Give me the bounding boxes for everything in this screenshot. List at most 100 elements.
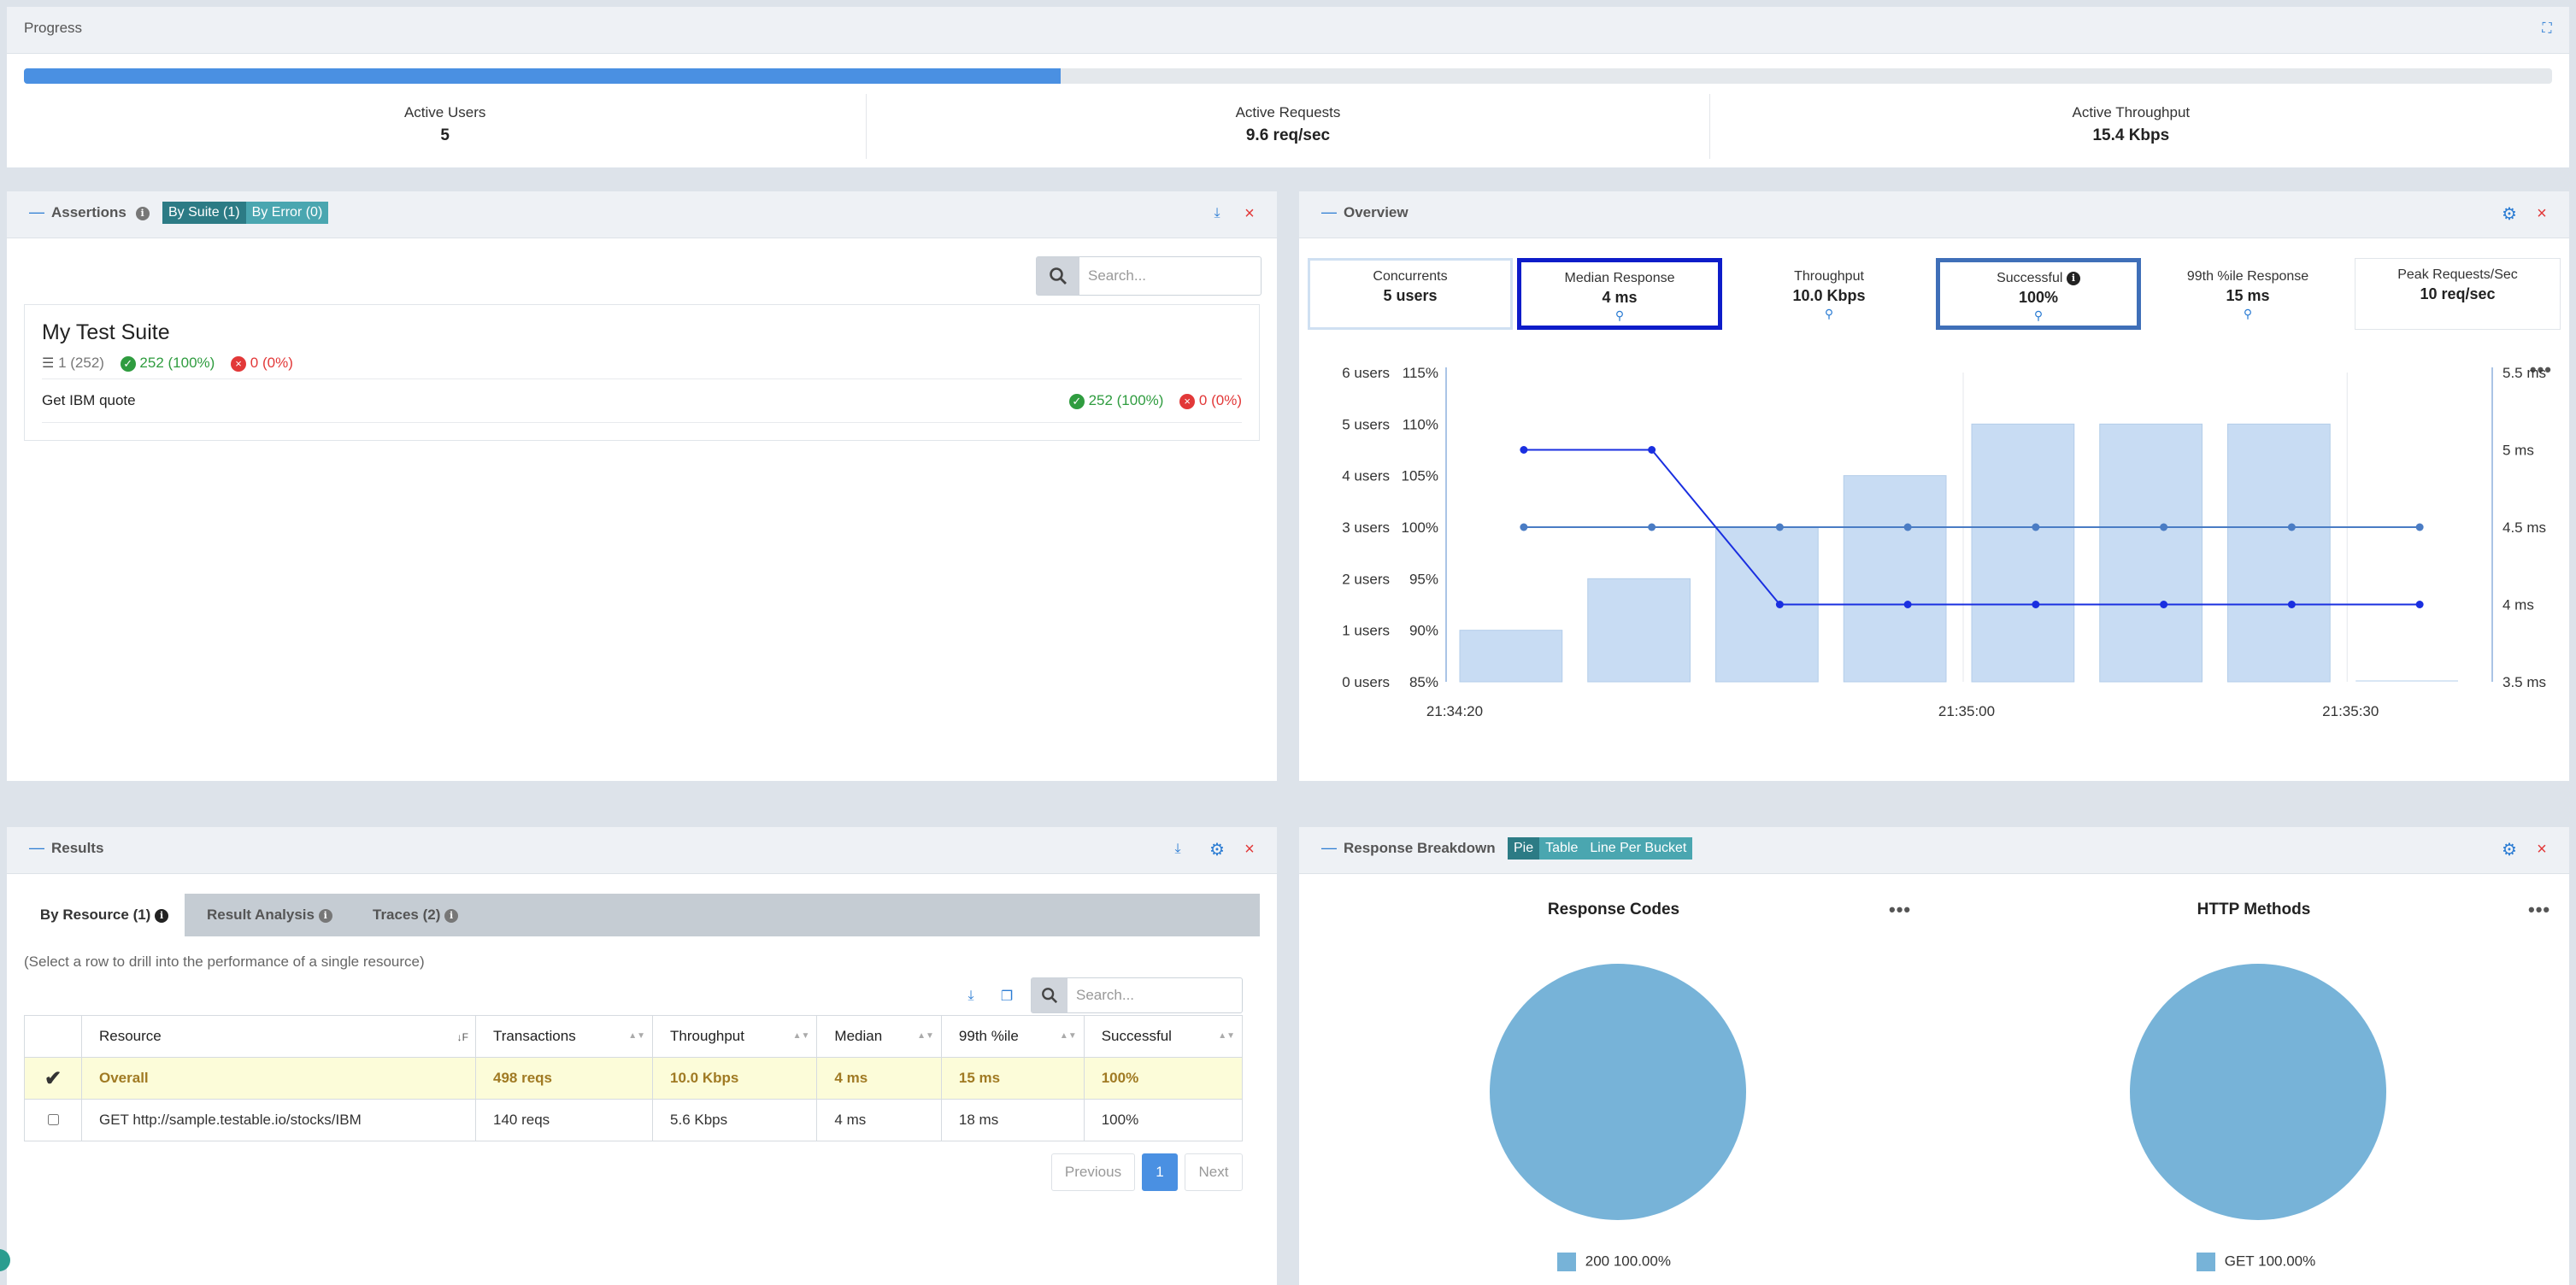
tab-result-analysis[interactable]: Result Analysis i	[207, 894, 332, 936]
column-resource[interactable]: Resource ↓F	[81, 1015, 476, 1058]
check-icon: ✓	[1068, 393, 1085, 409]
median-line-point	[1775, 601, 1784, 608]
median-line-point	[2415, 601, 2424, 608]
info-icon[interactable]: i	[444, 908, 459, 923]
suite-card[interactable]: My Test Suite ☰ 1 (252) ✓ 252 (100%) × 0…	[24, 304, 1260, 441]
close-icon[interactable]: ×	[2532, 837, 2552, 861]
cell-resource: GET http://sample.testable.io/stocks/IBM	[81, 1099, 476, 1141]
percent-line-point	[1903, 523, 1912, 531]
search-icon[interactable]	[1037, 257, 1079, 295]
close-icon[interactable]: ×	[1239, 202, 1260, 226]
tab-traces[interactable]: Traces (2) i	[373, 894, 459, 936]
progress-title: Progress	[24, 20, 83, 36]
download-icon[interactable]: ⤓	[1207, 202, 1227, 226]
legend-swatch	[2197, 1253, 2215, 1271]
column-successful[interactable]: Successful ▲▼	[1083, 1015, 1244, 1058]
cell-throughput: 5.6 Kbps	[652, 1099, 818, 1141]
column-label: 99th %ile	[958, 1028, 1019, 1044]
column-99th[interactable]: 99th %ile ▲▼	[940, 1015, 1085, 1058]
expand-icon[interactable]: ⛶	[2537, 17, 2557, 41]
x-icon: ×	[231, 355, 247, 372]
line-per-bucket-button[interactable]: Line Per Bucket	[1584, 837, 1693, 860]
assertions-search[interactable]: Search...	[1036, 256, 1262, 296]
http-methods-pie	[2130, 964, 2386, 1220]
results-search[interactable]: Search...	[1031, 977, 1243, 1013]
cell-99th: 18 ms	[940, 1099, 1085, 1141]
cell-median: 4 ms	[816, 1099, 942, 1141]
assertion-name: Get IBM quote	[42, 392, 136, 408]
y-tick-label-percent: 110%	[1403, 416, 1438, 432]
column-throughput[interactable]: Throughput ▲▼	[652, 1015, 818, 1058]
collapse-icon[interactable]: —	[29, 203, 44, 221]
column-label: Transactions	[493, 1028, 576, 1044]
row-checkbox[interactable]	[24, 1099, 82, 1141]
tab-by-resource[interactable]: By Resource (1) i	[24, 894, 185, 936]
by-suite-button[interactable]: By Suite (1)	[162, 202, 246, 224]
response-codes-pie	[1490, 964, 1746, 1220]
sort-desc-icon[interactable]: ↓F	[457, 1031, 468, 1043]
stat-value: 9.6 req/sec	[1245, 126, 1331, 144]
chart-menu-icon[interactable]: •••	[1889, 899, 1911, 921]
sort-icon[interactable]: ▲▼	[1218, 1031, 1235, 1041]
stat-active-throughput: Active Throughput 15.4 Kbps	[1710, 94, 2552, 159]
legend-label: GET	[2224, 1253, 2255, 1270]
cell-99th: 15 ms	[940, 1057, 1085, 1100]
y-tick-label-percent: 105%	[1402, 468, 1438, 484]
percent-line-point	[2032, 523, 2040, 531]
previous-button[interactable]: Previous	[1051, 1153, 1135, 1191]
sort-icon[interactable]: ▲▼	[1060, 1031, 1077, 1041]
close-icon[interactable]: ×	[1239, 837, 1260, 861]
search-icon[interactable]	[1032, 978, 1067, 1012]
gear-icon[interactable]: ⚙	[1207, 837, 1227, 861]
search-input[interactable]: Search...	[1088, 267, 1146, 285]
page-1-button[interactable]: 1	[1142, 1153, 1178, 1191]
assertions-header: — Assertions i By Suite (1) By Error (0)…	[7, 191, 1277, 238]
percent-line-point	[1775, 523, 1784, 531]
info-icon[interactable]: i	[155, 908, 169, 923]
column-label: Successful	[1101, 1028, 1172, 1044]
progress-panel: Progress ⛶ Active Users 5 Active Request…	[7, 7, 2569, 167]
y-tick-label-users: 3 users	[1342, 519, 1390, 536]
x-icon: ×	[1179, 393, 1196, 409]
sort-icon[interactable]: ▲▼	[628, 1031, 645, 1041]
collapse-icon[interactable]: —	[29, 839, 44, 857]
column-transactions[interactable]: Transactions ▲▼	[474, 1015, 654, 1058]
copy-icon[interactable]: ❐	[997, 984, 1017, 1008]
pie-button[interactable]: Pie	[1508, 837, 1540, 860]
download-icon[interactable]: ⤓	[961, 984, 981, 1008]
results-title: Results	[51, 840, 104, 856]
check-mark-icon[interactable]: ✔	[24, 1057, 82, 1100]
sort-icon[interactable]: ▲▼	[793, 1031, 810, 1041]
percent-line-point	[2415, 523, 2424, 531]
y-tick-label-percent: 90%	[1409, 623, 1438, 639]
assertion-fail: 0 (0%)	[1198, 392, 1242, 408]
download-icon[interactable]: ⤓	[1167, 837, 1188, 861]
chart-menu-icon[interactable]: •••	[2528, 899, 2550, 921]
sort-icon[interactable]: ▲▼	[917, 1031, 934, 1041]
collapse-icon[interactable]: —	[1321, 839, 1337, 857]
check-icon: ✓	[120, 355, 136, 372]
breakdown-panel: — Response Breakdown Pie Table Line Per …	[1299, 827, 2569, 1285]
list-item[interactable]: Get IBM quote ✓ 252 (100%) × 0 (0%)	[42, 378, 1242, 423]
by-error-button[interactable]: By Error (0)	[245, 202, 329, 224]
table-button[interactable]: Table	[1539, 837, 1585, 860]
next-button[interactable]: Next	[1185, 1153, 1243, 1191]
gear-icon[interactable]: ⚙	[2499, 837, 2520, 861]
table-row-overall[interactable]: ✔ Overall 498 reqs 10.0 Kbps 4 ms 15 ms …	[24, 1057, 1244, 1100]
cell-median: 4 ms	[816, 1057, 942, 1100]
median-line-point	[1648, 446, 1656, 454]
table-row[interactable]: GET http://sample.testable.io/stocks/IBM…	[24, 1099, 1244, 1141]
median-line-point	[1903, 601, 1912, 608]
x-tick-label: 21:34:20	[1426, 703, 1483, 719]
info-icon[interactable]: i	[135, 206, 150, 220]
progress-bar-track	[24, 68, 2552, 84]
tab-label: By Resource (1)	[39, 907, 151, 923]
column-median[interactable]: Median ▲▼	[816, 1015, 942, 1058]
stat-label: Active Requests	[1235, 104, 1341, 120]
checkbox[interactable]	[48, 1113, 59, 1125]
breakdown-title: Response Breakdown	[1344, 840, 1496, 856]
cell-throughput: 10.0 Kbps	[652, 1057, 818, 1100]
search-input[interactable]: Search...	[1076, 987, 1134, 1004]
info-icon[interactable]: i	[318, 908, 332, 923]
stat-value: 5	[440, 126, 450, 144]
